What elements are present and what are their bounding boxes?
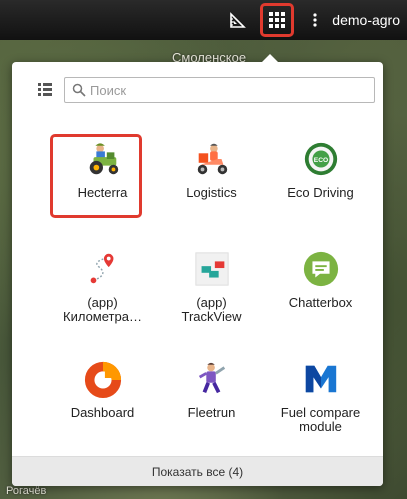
- app-label: Chatterbox: [288, 295, 353, 310]
- tractor-icon: [89, 143, 118, 175]
- search-input[interactable]: [90, 82, 370, 98]
- list-view-icon[interactable]: [38, 82, 52, 96]
- app-fleetrun[interactable]: Fleetrun: [157, 350, 266, 460]
- app-eco-driving[interactable]: ECO Eco Driving: [266, 130, 375, 240]
- app-logistics[interactable]: Logistics: [157, 130, 266, 240]
- app-label: Hecterra: [77, 185, 128, 200]
- trackview-icon: [194, 252, 229, 286]
- app-trackview[interactable]: (app) TrackView: [157, 240, 266, 350]
- app-grid-icon: [269, 12, 286, 28]
- search-icon: [72, 83, 86, 97]
- apps-grid: Hecterra Logistics ECO Eco Driving (app)…: [48, 130, 375, 460]
- show-all-button[interactable]: Показать все (4): [12, 456, 383, 486]
- top-bar: demo-agro: [0, 0, 407, 40]
- apps-menu-button[interactable]: [260, 3, 295, 37]
- app-dashboard[interactable]: Dashboard: [48, 350, 157, 460]
- delivery-scooter-icon: [197, 143, 227, 175]
- fuel-compare-m-icon: [305, 365, 336, 393]
- mechanic-icon: [198, 362, 225, 394]
- more-options-icon[interactable]: [308, 6, 322, 34]
- app-hecterra[interactable]: Hecterra: [48, 130, 157, 240]
- app-label: Logistics: [186, 185, 237, 200]
- app-chatterbox[interactable]: Chatterbox: [266, 240, 375, 350]
- svg-text:ECO: ECO: [313, 157, 327, 164]
- chat-bubble-icon: [303, 251, 338, 287]
- app-label: Eco Driving: [287, 185, 354, 200]
- ruler-measure-icon[interactable]: [224, 6, 252, 34]
- app-label: (app) Километра…: [63, 295, 142, 324]
- app-label: Fuel compare module: [280, 405, 361, 434]
- search-box: [64, 77, 375, 103]
- app-label: (app) TrackView: [181, 295, 242, 324]
- map-place-label: Рогачёв: [6, 485, 47, 497]
- app-label: Dashboard: [70, 405, 135, 420]
- username-menu[interactable]: demo-agro: [332, 12, 400, 28]
- app-label: Fleetrun: [187, 405, 236, 420]
- apps-panel: Hecterra Logistics ECO Eco Drivi: [12, 54, 383, 486]
- app-kilometrazh[interactable]: (app) Километра…: [48, 240, 157, 350]
- app-fuel-compare[interactable]: Fuel compare module: [266, 350, 375, 460]
- eco-steering-wheel-icon: ECO: [304, 142, 337, 176]
- donut-chart-icon: [84, 361, 121, 398]
- route-pin-icon: [90, 253, 113, 284]
